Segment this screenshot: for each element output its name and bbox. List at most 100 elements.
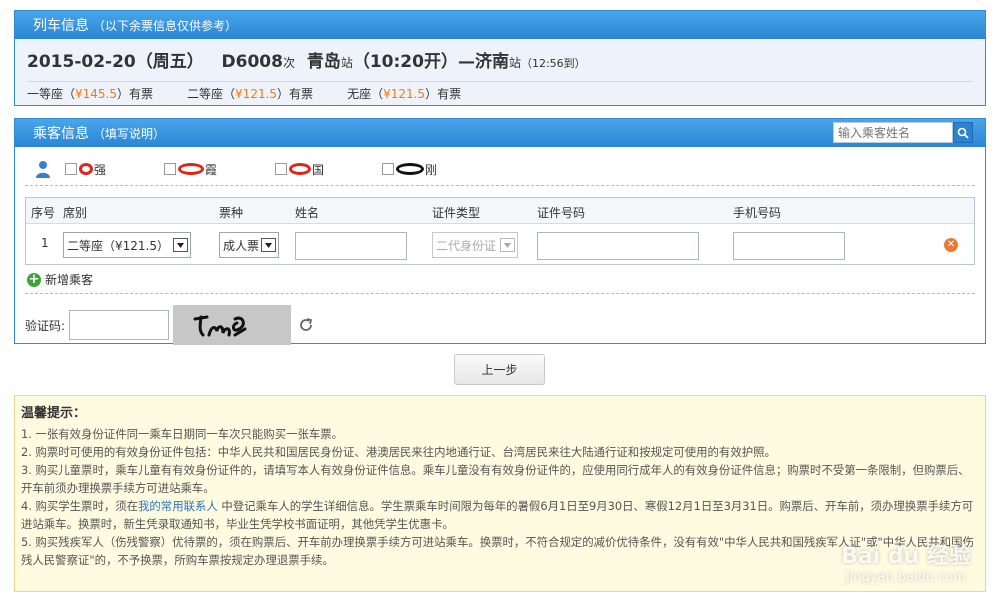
train-info-subtitle: （以下余票信息仅供参考） (93, 18, 238, 33)
id-type-value: 二代身份证 (436, 238, 497, 253)
dashed-divider (25, 185, 975, 186)
ticket-type-select[interactable]: 成人票 (219, 232, 279, 258)
watermark-brand: Bai du 经验 (841, 544, 971, 569)
refresh-icon[interactable] (297, 316, 315, 334)
travel-date: 2015-02-20（周五） (27, 52, 204, 72)
captcha-label: 验证码: (25, 318, 66, 333)
passenger-info-title: 乘客信息 (33, 126, 89, 142)
passenger-info-panel: 乘客信息 （填写说明） 强 霞 国 刚 (14, 118, 986, 345)
col-id-type: 证件类型 (432, 206, 481, 220)
tips-title: 温馨提示： (21, 406, 87, 421)
to-station-suffix: 站 (508, 56, 521, 70)
checkbox[interactable] (382, 163, 395, 175)
col-id-number: 证件号码 (537, 206, 586, 220)
dashed-divider (25, 293, 975, 294)
fill-instructions-link[interactable]: （填写说明） (93, 125, 165, 142)
col-phone: 手机号码 (733, 206, 782, 220)
plus-icon: + (27, 272, 41, 287)
dropdown-arrow-icon (261, 238, 276, 252)
row-index: 1 (41, 236, 49, 250)
tip-item: 2. 购票时可使用的有效身份证件包括：中华人民共和国居民身份证、港澳居民来往内地… (21, 445, 776, 459)
depart-time: （10:20开） (352, 52, 458, 72)
table-header: 序号 席别 票种 姓名 证件类型 证件号码 手机号码 (26, 198, 974, 224)
tips-box: 温馨提示： 1. 一张有效身份证件同一乘车日期同一车次只能购买一张车票。 2. … (14, 395, 986, 592)
captcha-input[interactable] (69, 310, 170, 340)
seat-name: 无座（ (347, 87, 384, 101)
seat-name: 二等座（ (187, 87, 236, 101)
watermark-url: jingyan.baidu.com (846, 570, 967, 585)
contact-list: 强 霞 国 刚 (35, 159, 495, 179)
redaction-mark (289, 163, 312, 175)
col-index: 序号 (31, 206, 56, 220)
contact-name: 国 (312, 162, 325, 177)
tip-item: 4. 购买学生票时，须在我的常用联系人 中登记乘车人的学生详细信息。学生票乘车时… (21, 497, 979, 533)
train-info-panel: 列车信息 （以下余票信息仅供参考） 2015-02-20（周五） D6008次 … (14, 10, 986, 106)
watermark: Bai du 经验 jingyan.baidu.com (841, 538, 971, 585)
seat-availability: 一等座（¥145.5）有票 二等座（¥121.5）有票 无座（¥121.5）有票 (27, 85, 461, 102)
to-station: 济南 (474, 52, 509, 72)
seat-price: ¥121.5 (383, 87, 426, 101)
train-info-header: 列车信息 （以下余票信息仅供参考） (15, 11, 985, 39)
seat-type-select[interactable]: 二等座（¥121.5） (63, 232, 191, 258)
id-type-select: 二代身份证 (432, 232, 518, 258)
delete-row-icon[interactable]: ✕ (944, 238, 958, 252)
train-number: D6008 (221, 52, 283, 72)
add-passenger-label: 新增乘客 (45, 273, 94, 287)
person-icon (36, 161, 50, 178)
search-button[interactable] (953, 122, 973, 143)
contact-checkbox[interactable]: 霞 (164, 161, 217, 178)
contact-checkbox[interactable]: 刚 (382, 161, 437, 178)
passenger-search-input[interactable] (833, 122, 953, 143)
seat-second-class: 二等座（¥121.5）有票 (187, 85, 313, 102)
route-dash: — (457, 52, 475, 72)
arrive-time: （12:56到） (520, 57, 586, 70)
checkbox[interactable] (275, 163, 288, 175)
checkbox[interactable] (164, 163, 177, 175)
seat-price: ¥145.5 (75, 87, 118, 101)
passenger-info-header: 乘客信息 （填写说明） (15, 119, 985, 147)
dropdown-arrow-icon (173, 238, 188, 252)
tip-item: 3. 购买儿童票时，乘车儿童有有效身份证件的，请填写本人有效身份证件信息。乘车儿… (21, 463, 970, 495)
tip-item: 1. 一张有效身份证件同一乘车日期同一车次只能购买一张车票。 (21, 427, 344, 441)
id-number-input[interactable] (537, 232, 699, 260)
previous-step-button[interactable]: 上一步 (454, 354, 545, 385)
redaction-mark (178, 163, 205, 175)
seat-price: ¥121.5 (235, 87, 278, 101)
captcha-row: 验证码: (25, 305, 315, 345)
seat-status: ）有票 (425, 87, 462, 101)
col-name: 姓名 (295, 206, 320, 220)
seat-no-seat: 无座（¥121.5）有票 (347, 85, 461, 102)
checkbox[interactable] (65, 163, 77, 175)
contact-name: 霞 (205, 162, 218, 177)
dropdown-arrow-icon (500, 238, 515, 252)
seat-type-value: 二等座（¥121.5） (67, 238, 169, 253)
from-station-suffix: 站 (340, 56, 353, 70)
search-icon (957, 127, 969, 139)
train-divider (27, 81, 973, 82)
passenger-table: 序号 席别 票种 姓名 证件类型 证件号码 手机号码 1 二等座（¥121.5）… (25, 197, 975, 265)
passenger-search (833, 122, 973, 143)
captcha-image[interactable] (173, 305, 292, 345)
tip-item: 5. 购买残疾军人（伤残警察）优待票的，须在购票后、开车前办理换票手续方可进站乘… (21, 535, 974, 567)
contact-name: 刚 (425, 162, 438, 177)
contact-checkbox[interactable]: 强 (65, 161, 106, 178)
redaction-mark (396, 163, 425, 175)
train-info-title: 列车信息 (33, 18, 89, 34)
phone-input[interactable] (733, 232, 845, 260)
passenger-name-input[interactable] (295, 232, 407, 260)
from-station: 青岛 (306, 52, 341, 72)
col-seat: 席别 (63, 206, 88, 220)
col-ticket-type: 票种 (219, 206, 244, 220)
redaction-mark (79, 163, 93, 175)
seat-status: ）有票 (117, 87, 154, 101)
contact-name: 强 (94, 162, 107, 177)
train-suffix: 次 (282, 56, 295, 70)
contact-checkbox[interactable]: 国 (275, 161, 324, 178)
contacts-link[interactable]: 我的常用联系人 (138, 499, 218, 513)
tip-text: 4. 购买学生票时，须在 (21, 499, 139, 513)
train-summary: 2015-02-20（周五） D6008次 青岛站（10:20开）—济南站（12… (27, 47, 586, 72)
ticket-type-value: 成人票 (223, 238, 260, 253)
table-row: 1 二等座（¥121.5） 成人票 二代身份证 ✕ (26, 224, 974, 264)
add-passenger-button[interactable]: + 新增乘客 (27, 271, 93, 288)
seat-name: 一等座（ (27, 87, 76, 101)
